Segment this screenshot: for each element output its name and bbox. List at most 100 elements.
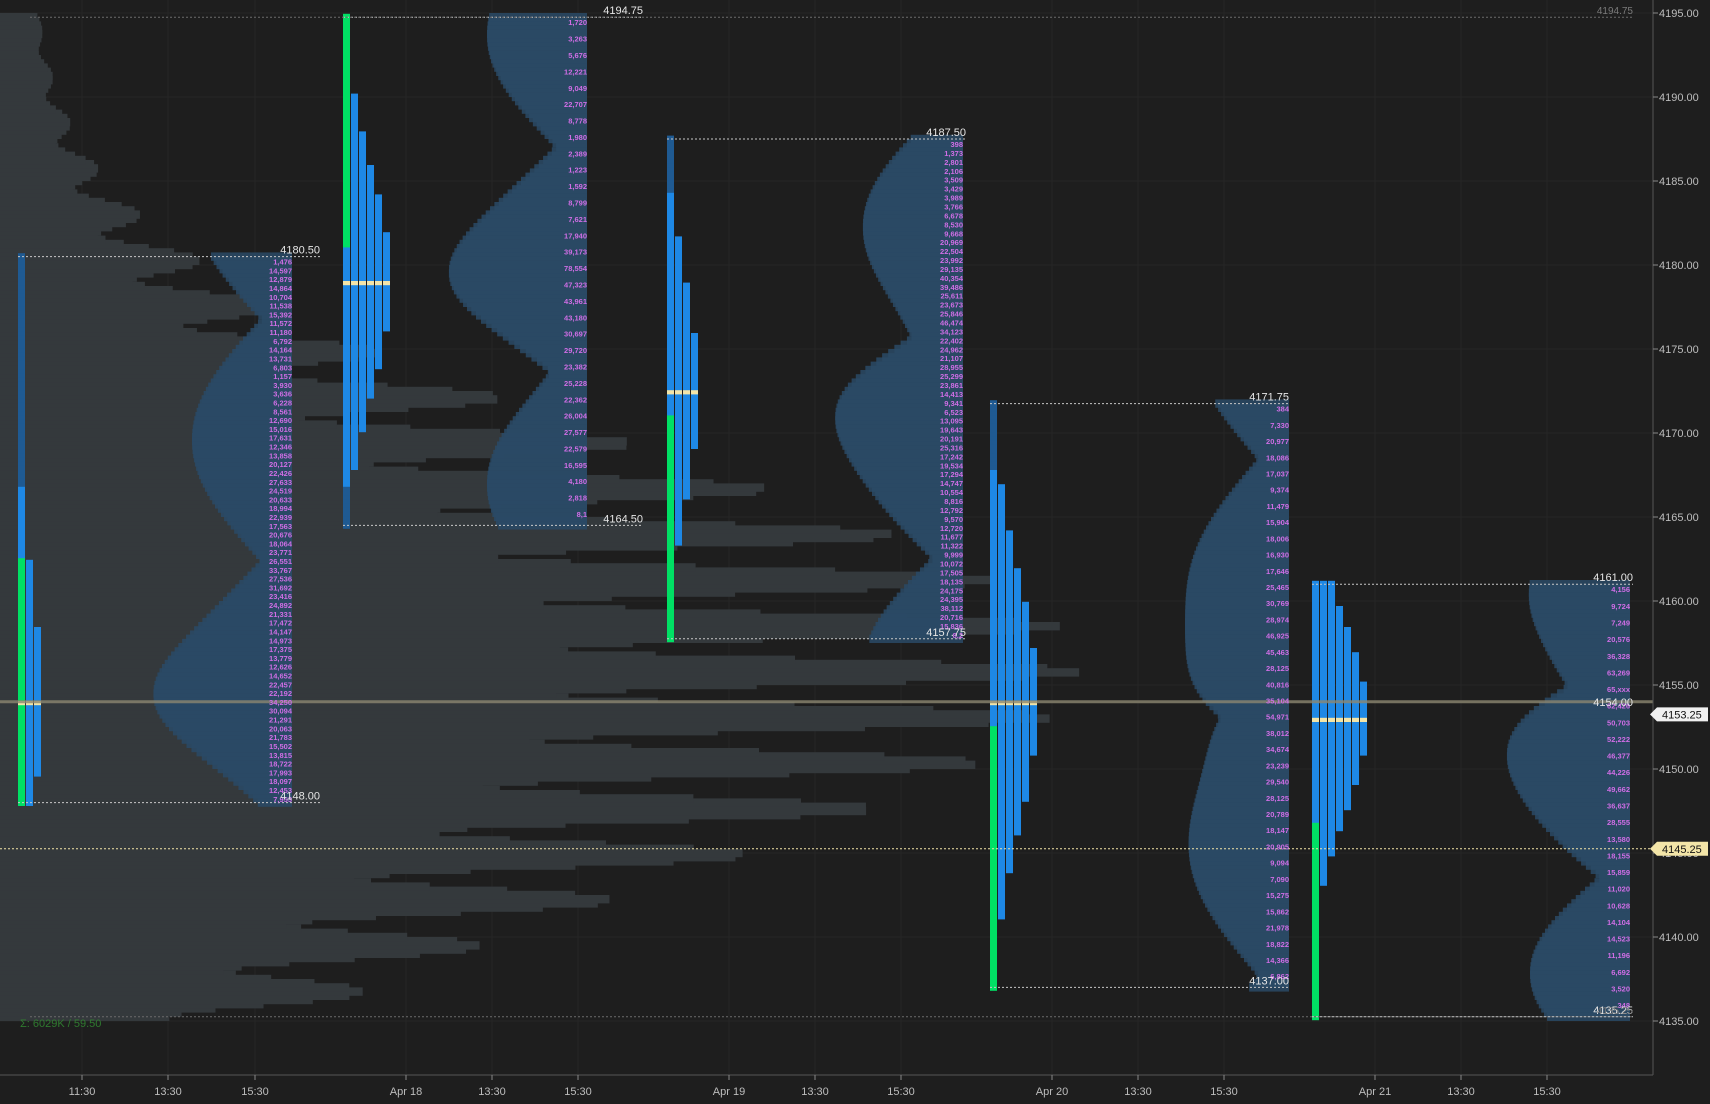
volume-label: 28,125 — [1266, 794, 1289, 803]
volume-label: 21,107 — [940, 354, 963, 363]
price-axis[interactable]: 4195.00 4190.00 4185.00 4180.00 4175.00 4170.… — [1650, 0, 1708, 1075]
volume-label: 9,341 — [944, 399, 963, 408]
volume-label: 20,127 — [269, 460, 292, 469]
volume-label: 17,993 — [269, 768, 292, 777]
volume-label: 45,463 — [1266, 648, 1289, 657]
tpo-block — [375, 194, 382, 202]
tpo-block — [683, 282, 690, 290]
volume-label: 34,250 — [269, 698, 292, 707]
volume-label: 24,175 — [940, 586, 963, 595]
tpo-block — [1360, 681, 1367, 689]
volume-label: 9,094 — [1270, 859, 1290, 868]
volume-label: 17,294 — [940, 470, 964, 479]
volume-label: 6,792 — [273, 337, 292, 346]
volume-label: 6,523 — [944, 408, 963, 417]
volume-label: 10,072 — [940, 559, 963, 568]
volume-label: 33,767 — [269, 566, 292, 575]
volume-label: 4,180 — [568, 477, 587, 486]
volume-label: 18,822 — [1266, 940, 1289, 949]
volume-label: 20,191 — [940, 435, 963, 444]
volume-label: 27,577 — [564, 428, 587, 437]
volume-label: 5,676 — [568, 51, 587, 60]
tpo-block — [1344, 627, 1351, 634]
volume-label: 43,961 — [564, 297, 587, 306]
volume-label: 36,328 — [1607, 652, 1630, 661]
volume-label: 20,977 — [1266, 437, 1289, 446]
volume-label: 1,373 — [944, 149, 963, 158]
time-axis[interactable]: 11:30 13:30 15:30 Apr 18 13:30 15:30 Apr 19 13:… — [0, 1074, 1653, 1098]
volume-label: 12,879 — [269, 275, 292, 284]
price-tick-label: 4165.00 — [1659, 512, 1699, 524]
volume-label: 40,354 — [940, 274, 964, 283]
volume-label: 15,392 — [269, 310, 292, 319]
volume-label: 398 — [950, 140, 963, 149]
volume-label: 39,486 — [940, 283, 963, 292]
time-tick-label: Apr 21 — [1359, 1086, 1391, 1098]
volume-label: 12,221 — [564, 67, 587, 76]
volume-label: 20,063 — [269, 724, 292, 733]
volume-label: 24,892 — [269, 601, 292, 610]
tpo-block — [675, 236, 682, 244]
volume-label: 22,579 — [564, 444, 587, 453]
volume-label: 3,509 — [944, 176, 963, 185]
price-tick-label: 4140.00 — [1659, 932, 1699, 944]
volume-label: 20,789 — [1266, 810, 1289, 819]
volume-label: 25,299 — [940, 372, 963, 381]
volume-label: 22,426 — [269, 469, 292, 478]
volume-label: 15,904 — [1266, 518, 1290, 527]
time-tick-label: Apr 18 — [390, 1086, 422, 1098]
volume-label: 22,457 — [269, 680, 292, 689]
volume-label: 19,534 — [940, 461, 964, 470]
volume-label: 11,180 — [269, 328, 292, 337]
volume-label: 16,595 — [564, 461, 587, 470]
volume-label: 8,530 — [944, 220, 963, 229]
volume-label: 21,331 — [269, 610, 292, 619]
time-tick-label: 15:30 — [564, 1086, 592, 1098]
poc-label: 4154.00 — [1593, 697, 1633, 709]
market-profile-chart[interactable]: 1,47614,59712,87914,86410,70411,53815,39… — [0, 0, 1710, 1104]
volume-label: 7,090 — [1270, 875, 1289, 884]
marker-price-label: 4145.25 — [1662, 844, 1702, 856]
volume-label: 9,724 — [1611, 602, 1631, 611]
volume-label: 14,523 — [1607, 935, 1630, 944]
volume-label: 50,703 — [1607, 718, 1630, 727]
volume-label: 27,633 — [269, 478, 292, 487]
volume-label: 30,094 — [269, 707, 293, 716]
volume-label: 11,196 — [1607, 951, 1630, 960]
tpo-block — [26, 559, 33, 567]
volume-label: 384 — [1276, 405, 1289, 414]
volume-label: 2,106 — [944, 167, 963, 176]
volume-label: 20,905 — [1266, 842, 1289, 851]
tpo-block — [383, 232, 390, 239]
volume-label: 6,678 — [944, 211, 963, 220]
volume-label: 6,803 — [273, 363, 292, 372]
volume-label: 46,474 — [940, 319, 964, 328]
volume-label: 49,662 — [1607, 785, 1630, 794]
volume-label: 23,416 — [269, 592, 292, 601]
volume-label: 20,716 — [940, 613, 963, 622]
time-tick-label: 13:30 — [1124, 1086, 1152, 1098]
volume-label: 3,930 — [273, 381, 292, 390]
volume-label: 3,429 — [944, 185, 963, 194]
volume-label: 11,479 — [1266, 502, 1289, 511]
overall-high-label: 4194.75 — [1597, 6, 1634, 17]
volume-label: 3,636 — [273, 390, 292, 399]
price-tick-label: 4185.00 — [1659, 176, 1699, 188]
time-tick-label: Apr 20 — [1036, 1086, 1068, 1098]
volume-label: 28,955 — [940, 363, 963, 372]
price-tick-label: 4195.00 — [1659, 8, 1699, 20]
volume-label: 24,395 — [940, 595, 963, 604]
volume-label: 1,980 — [568, 133, 587, 142]
volume-label: 18,006 — [1266, 534, 1289, 543]
tpo-block — [359, 131, 366, 139]
volume-label: 22,504 — [940, 247, 964, 256]
volume-label: 15,275 — [1266, 891, 1289, 900]
volume-label: 31,692 — [269, 583, 292, 592]
volume-label: 27,536 — [269, 575, 292, 584]
volume-label: 10,554 — [940, 488, 964, 497]
volume-label: 13,815 — [269, 751, 292, 760]
volume-label: 18,722 — [269, 760, 292, 769]
volume-label: 21,783 — [269, 733, 292, 742]
volume-label: 24,962 — [940, 345, 963, 354]
volume-label: 23,861 — [940, 381, 963, 390]
